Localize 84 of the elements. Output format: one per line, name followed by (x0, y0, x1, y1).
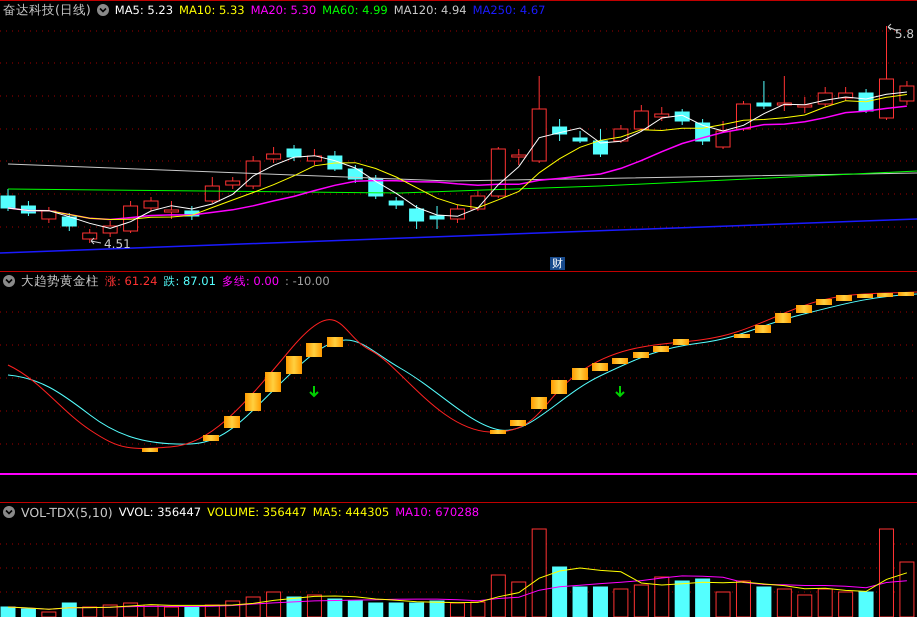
volume-bar (858, 592, 874, 617)
candlestick (450, 204, 465, 224)
candlestick (266, 146, 282, 164)
candlestick (511, 148, 526, 166)
volume-bar (62, 602, 77, 617)
volume-bar (348, 600, 363, 617)
down-arrow-icon (615, 385, 625, 398)
dropdown-icon[interactable] (3, 275, 15, 287)
indicator-value: : -10.00 (285, 274, 330, 288)
candlestick (144, 196, 158, 212)
candlestick (756, 80, 772, 110)
volume-bar (0, 606, 16, 617)
volume-bar (695, 578, 710, 617)
candlestick (430, 206, 445, 230)
indicator-value: MA10: 5.33 (179, 3, 245, 17)
volume-bar (552, 566, 568, 617)
volume-bar (409, 602, 424, 617)
indicator-value: MA60: 4.99 (322, 3, 388, 17)
candlestick (82, 228, 98, 244)
indicator-value: MA5: 5.23 (114, 3, 174, 17)
dropdown-icon[interactable] (3, 506, 15, 518)
volume-bar (368, 602, 384, 617)
volume-bar (184, 606, 200, 617)
volume-bar (592, 586, 608, 617)
candlestick (409, 204, 424, 230)
candlestick (470, 190, 486, 212)
pointer-arrow-icon (90, 238, 102, 244)
indicator-title: VOL-TDX(5,10) (21, 504, 113, 520)
candlestick (246, 156, 261, 190)
dropdown-icon[interactable] (96, 4, 109, 16)
indicator-value: 跌: 87.01 (163, 274, 216, 288)
financial-report-badge[interactable]: 财 (550, 257, 565, 270)
indicator-title: 大趋势黄金柱 (21, 272, 99, 290)
candlestick (0, 188, 16, 212)
indicator-value: 多线: 0.00 (222, 274, 280, 288)
volume-bar (572, 586, 588, 617)
candlestick (552, 118, 568, 142)
candlestick (388, 196, 404, 210)
volume-bar (286, 596, 302, 617)
stock-title: 奋达科技(日线) (3, 2, 91, 18)
candlestick (164, 200, 179, 220)
volume-bar (327, 598, 342, 617)
candlestick (20, 200, 36, 216)
candlestick (490, 146, 506, 198)
indicator-value: MA250: 4.67 (472, 3, 546, 17)
down-arrow-icon (309, 385, 319, 398)
candlestick (41, 206, 56, 224)
candlestick (286, 144, 302, 162)
candlestick (62, 212, 77, 232)
indicator-value: VOLUME: 356447 (207, 505, 307, 519)
indicator-value: VVOL: 356447 (118, 505, 202, 519)
high-price-label: 5.8 (894, 27, 914, 41)
volume-bar (756, 586, 772, 617)
volume-bar (674, 580, 690, 617)
candlestick (592, 128, 608, 158)
candlestick (572, 130, 588, 144)
candlestick (654, 106, 670, 122)
candlestick (368, 174, 384, 200)
candlestick (797, 96, 812, 114)
candlestick (776, 76, 792, 112)
indicator-value: MA120: 4.94 (394, 3, 467, 17)
candlestick (184, 206, 200, 220)
low-price-label: 4.51 (104, 237, 131, 251)
candlestick (899, 80, 914, 106)
candlestick (838, 86, 854, 102)
candlestick (102, 220, 118, 238)
candlestick (818, 86, 833, 108)
indicator-value: 涨: 61.24 (105, 274, 158, 288)
candlestick (674, 108, 690, 126)
indicator-value: MA5: 444305 (312, 505, 390, 519)
candlestick (306, 148, 322, 166)
indicator-value: MA20: 5.30 (250, 3, 316, 17)
volume-bar (388, 602, 404, 617)
candlestick (204, 176, 220, 204)
candlestick (634, 104, 649, 132)
candlestick (225, 176, 240, 190)
indicator-value: MA10: 670288 (395, 505, 480, 519)
volume-bar (20, 608, 36, 617)
volume-bar (430, 600, 445, 617)
candlestick (327, 150, 342, 172)
candlestick (613, 124, 628, 144)
candlestick (348, 164, 363, 184)
candlestick (716, 120, 731, 150)
candlestick (695, 118, 710, 146)
